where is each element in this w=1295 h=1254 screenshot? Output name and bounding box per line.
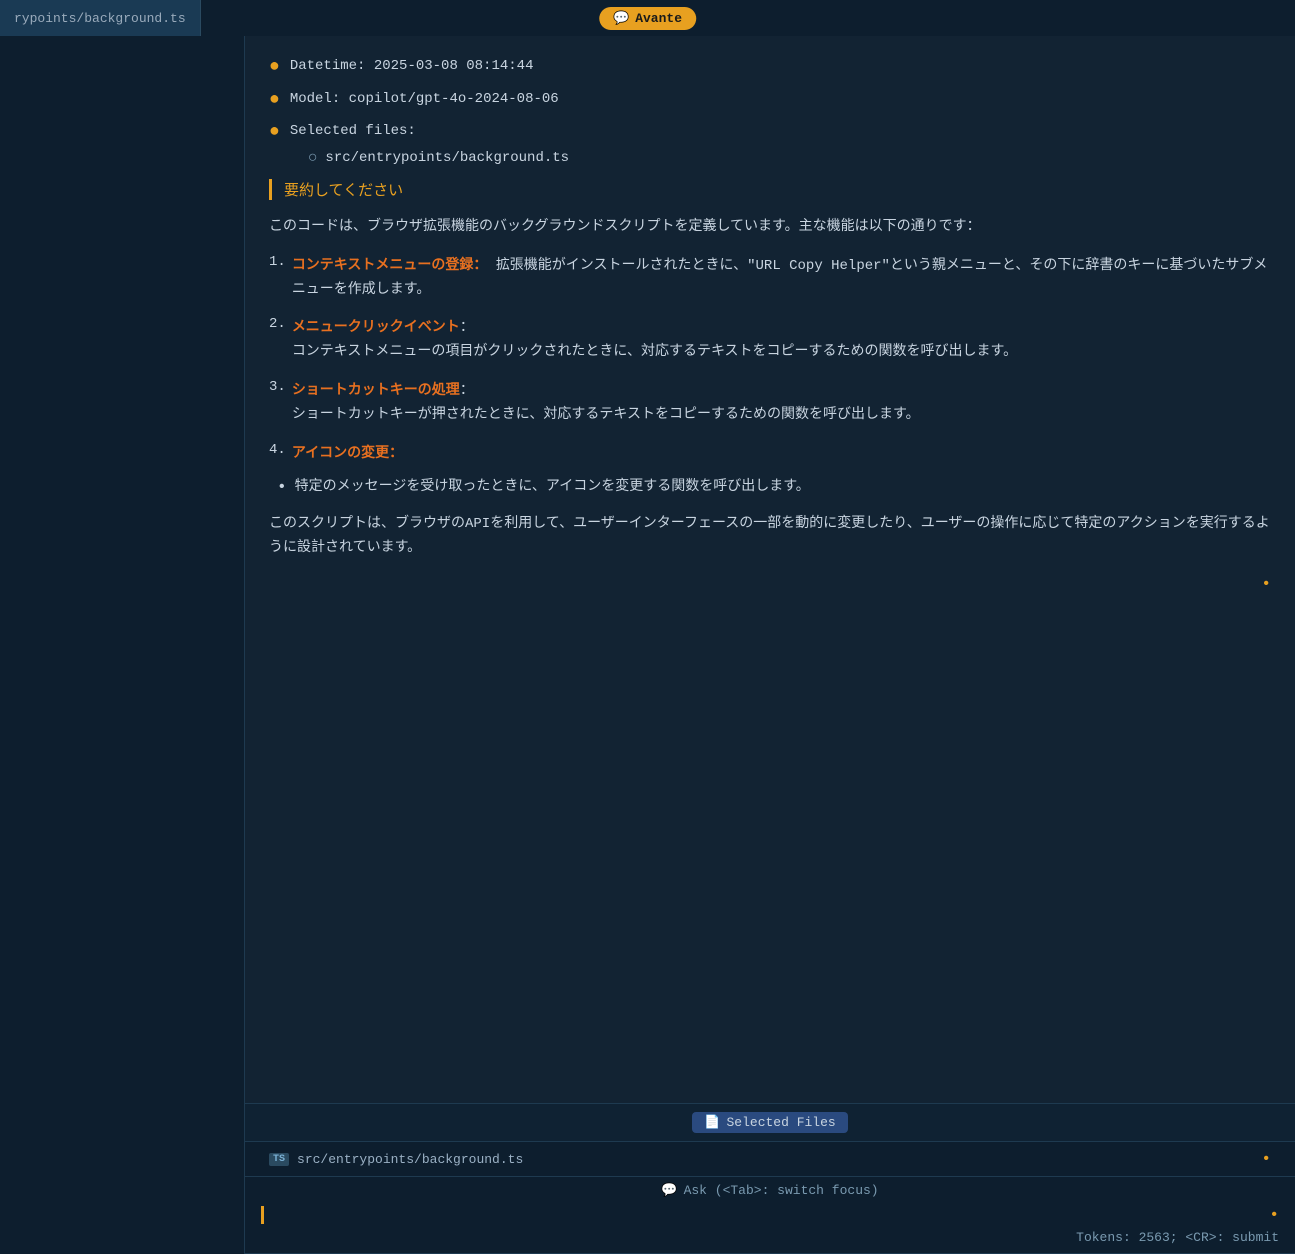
bullet-disc: • [277,478,287,496]
input-hint: 💬 Ask (<Tab>: switch focus) [261,1183,1279,1198]
item-4-title: アイコンの変更 [292,446,389,462]
item-4-content: アイコンの変更： [292,442,403,462]
datetime-value: 2025-03-08 08:14:44 [374,58,534,74]
bullet-circle-file: ○ [308,148,318,169]
bullet-item-row: • 特定のメッセージを受け取ったときに、アイコンを変更する関数を呼び出します。 [277,476,1271,500]
model-label: Model: [290,91,340,107]
chat-scroll[interactable]: ● Datetime: 2025-03-08 08:14:44 ● Model:… [245,36,1295,1103]
trailing-dot-area: • [269,575,1271,593]
numbered-item-1: 1. コンテキストメニューの登録： 拡張機能がインストールされたときに、"URL… [269,254,1271,303]
selected-files-meta-block: Selected files: ○ src/entrypoints/backgr… [290,121,569,169]
datetime-text: Datetime: 2025-03-08 08:14:44 [290,56,534,77]
item-number-3: 3. [269,379,286,428]
chat-area: ● Datetime: 2025-03-08 08:14:44 ● Model:… [245,36,1295,1254]
item-4-bullet-desc: 特定のメッセージを受け取ったときに、アイコンを変更する関数を呼び出します。 [295,476,810,500]
numbered-item-2: 2. メニュークリックイベント： コンテキストメニューの項目がクリックされたとき… [269,316,1271,365]
file-list-dot: • [1261,1150,1271,1168]
input-hint-text: Ask (<Tab>: switch focus) [684,1183,879,1198]
input-hint-icon: 💬 [661,1183,677,1198]
left-sidebar [0,36,245,1254]
response-closing: このスクリプトは、ブラウザのAPIを利用して、ユーザーインターフェースの一部を動… [269,513,1271,561]
response-intro: このコードは、ブラウザ拡張機能のバックグラウンドスクリプトを定義しています。主な… [269,216,1271,240]
avante-button-container: 💬 Avante [324,7,972,30]
input-cursor [261,1206,264,1224]
numbered-item-3: 3. ショートカットキーの処理： ショートカットキーが押されたときに、対応するテ… [269,379,1271,428]
user-question-block: 要約してください [269,179,1271,200]
file-path-value: src/entrypoints/background.ts [325,150,569,166]
model-value: copilot/gpt-4o-2024-08-06 [349,91,559,107]
selected-files-list: TS src/entrypoints/background.ts • [245,1142,1295,1177]
model-line: ● Model: copilot/gpt-4o-2024-08-06 [269,89,1271,112]
bullet-dot-model: ● [269,90,280,112]
input-row: • [261,1202,1279,1228]
avante-icon: 💬 [613,11,629,26]
selected-files-meta-line: ● Selected files: ○ src/entrypoints/back… [269,121,1271,169]
bullet-dot-files: ● [269,122,280,144]
item-2-content: メニュークリックイベント： コンテキストメニューの項目がクリックされたときに、対… [292,316,1017,365]
item-1-content: コンテキストメニューの登録： 拡張機能がインストールされたときに、"URL Co… [292,254,1271,303]
user-question-text: 要約してください [284,183,403,200]
top-bar: rypoints/background.ts 💬 Avante [0,0,1295,36]
selected-files-bar: 📄 Selected Files [245,1104,1295,1142]
selected-files-label: Selected Files [726,1115,835,1130]
selected-files-icon: 📄 [704,1115,720,1130]
file-tab[interactable]: rypoints/background.ts [0,0,201,36]
main-area: ● Datetime: 2025-03-08 08:14:44 ● Model:… [0,36,1295,1254]
input-bar: 💬 Ask (<Tab>: switch focus) • Tokens: 25… [245,1177,1295,1254]
item-3-content: ショートカットキーの処理： ショートカットキーが押されたときに、対応するテキスト… [292,379,920,428]
item-3-title: ショートカットキーの処理 [292,383,460,399]
datetime-label: Datetime: [290,58,366,74]
file-tab-label: rypoints/background.ts [14,11,186,26]
selected-files-button[interactable]: 📄 Selected Files [692,1112,847,1133]
item-1-title: コンテキストメニューの登録 [292,258,474,274]
token-info: Tokens: 2563; <CR>: submit [261,1228,1279,1251]
input-field[interactable] [272,1206,1261,1224]
item-3-desc: ショートカットキーが押されたときに、対応するテキストをコピーするための関数を呼び… [292,407,920,423]
selected-files-label: Selected files: [290,121,569,142]
model-text: Model: copilot/gpt-4o-2024-08-06 [290,89,559,110]
bottom-section: 📄 Selected Files TS src/entrypoints/back… [245,1103,1295,1254]
file-ext-badge: TS [269,1153,289,1166]
bullet-dot-datetime: ● [269,57,280,79]
file-path-row: ○ src/entrypoints/background.ts [290,146,569,169]
datetime-line: ● Datetime: 2025-03-08 08:14:44 [269,56,1271,79]
item-number-2: 2. [269,316,286,365]
avante-button[interactable]: 💬 Avante [599,7,696,30]
file-list-item: TS src/entrypoints/background.ts [269,1152,523,1167]
item-2-title: メニュークリックイベント [292,320,460,336]
numbered-item-4: 4. アイコンの変更： [269,442,1271,462]
item-2-desc: コンテキストメニューの項目がクリックされたときに、対応するテキストをコピーするた… [292,344,1017,360]
file-list-path: src/entrypoints/background.ts [297,1152,523,1167]
item-number-4: 4. [269,442,286,462]
input-row-dot: • [1269,1206,1279,1224]
item-number-1: 1. [269,254,286,303]
trailing-dot: • [1261,575,1271,593]
avante-label: Avante [635,11,682,26]
